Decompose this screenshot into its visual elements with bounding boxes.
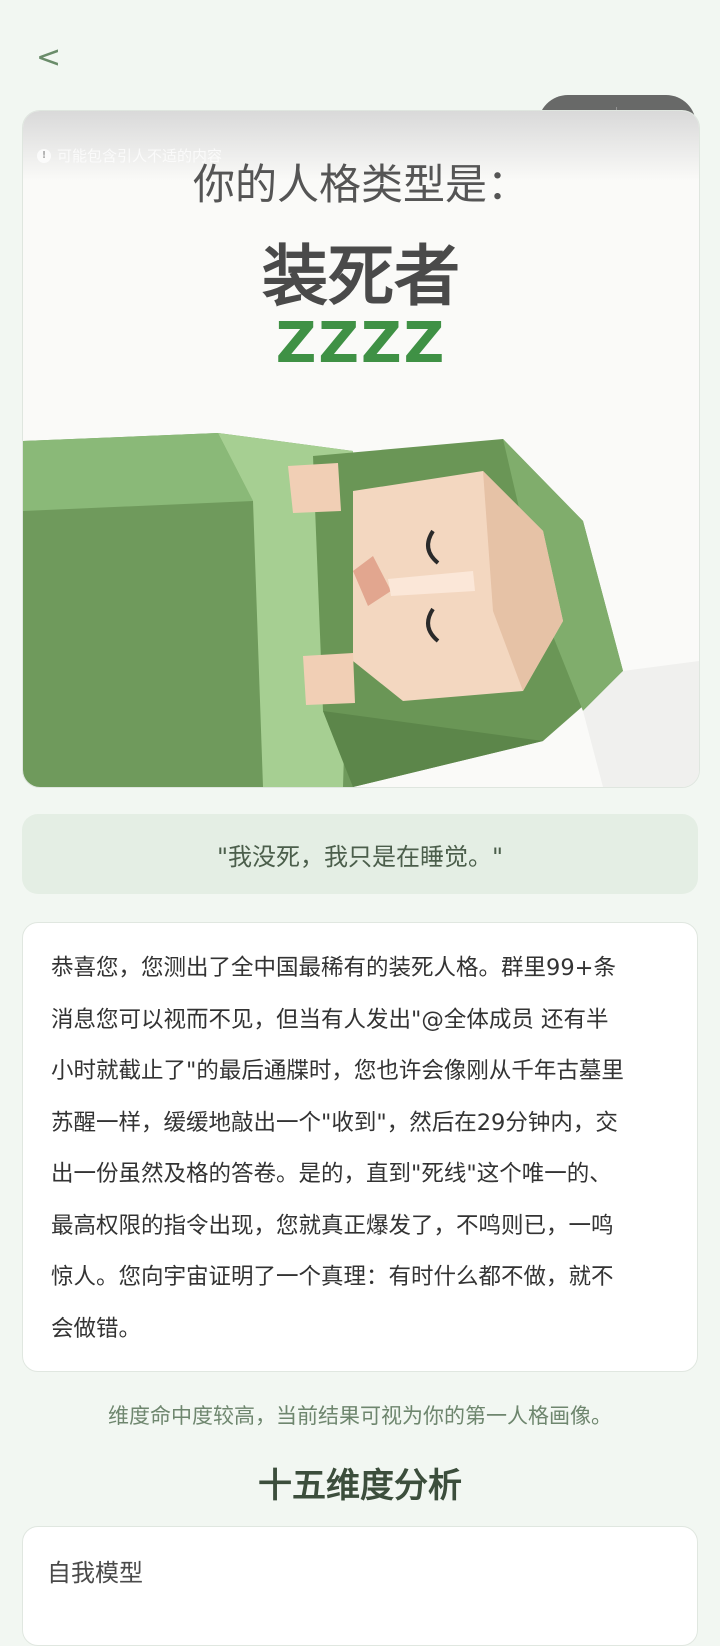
quote-banner: "我没死，我只是在睡觉。": [22, 814, 698, 894]
personality-type-name: 装死者: [262, 238, 460, 315]
match-note: 维度命中度较高，当前结果可视为你的第一人格画像。: [108, 1404, 612, 1428]
content-warning-text: 可能包含引人不适的内容: [57, 147, 223, 165]
dimension-card[interactable]: 自我模型: [22, 1526, 698, 1646]
dimension-name: 自我模型: [47, 1559, 143, 1587]
content-warning: ! 可能包含引人不适的内容: [37, 145, 222, 166]
description-card: 恭喜您，您测出了全中国最稀有的装死人格。群里99+条消息您可以视而不见，但当有人…: [22, 922, 698, 1372]
sleep-zzz-text: ZZZZ: [275, 311, 447, 376]
warning-icon: !: [37, 148, 51, 163]
description-text: 恭喜您，您测出了全中国最稀有的装死人格。群里99+条消息您可以视而不见，但当有人…: [51, 955, 624, 1342]
section-title: 十五维度分析: [258, 1466, 462, 1506]
back-button[interactable]: <: [36, 38, 76, 78]
sleeping-person-illustration: [23, 433, 699, 787]
result-image-card: 你的人格类型是： 装死者 ZZZZ ! 可能包含引人不适的内容: [22, 110, 700, 788]
